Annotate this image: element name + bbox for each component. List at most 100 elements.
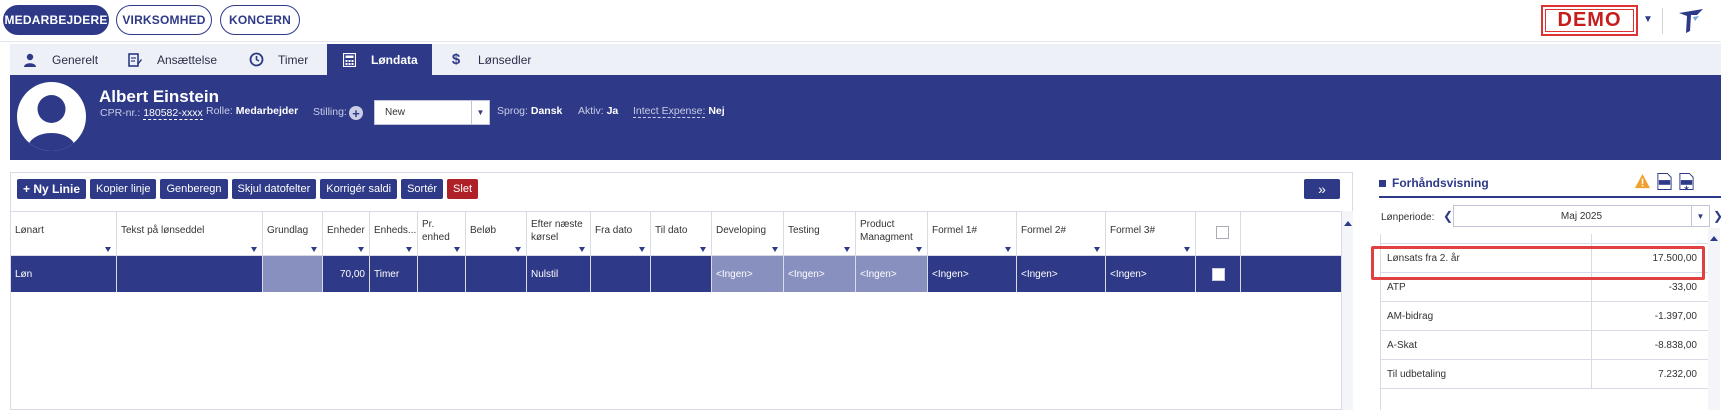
column-header[interactable]: Fra dato (591, 212, 651, 256)
chevron-down-icon[interactable]: ▼ (1691, 206, 1709, 226)
new-line-button[interactable]: + Ny Linie (17, 179, 87, 199)
filter-icon[interactable] (772, 247, 778, 252)
column-header[interactable]: Formel 2# (1017, 212, 1106, 256)
period-select[interactable]: Maj 2025 ▼ (1453, 205, 1710, 227)
filter-icon[interactable] (454, 247, 460, 252)
filter-icon[interactable] (105, 247, 111, 252)
scroll-up-icon[interactable] (1710, 236, 1718, 241)
tab-label: Lønsedler (478, 52, 532, 67)
cell-developing[interactable]: <Ingen> (712, 256, 784, 292)
list-item[interactable]: A-Skat -8.838,00 (1381, 331, 1711, 360)
column-header[interactable]: Formel 3# (1106, 212, 1196, 256)
cell-til-dato[interactable] (651, 256, 712, 292)
recalculate-button[interactable]: Genberegn (160, 179, 228, 199)
add-stilling-icon[interactable]: + (349, 106, 363, 120)
nav-koncern-button[interactable]: KONCERN (220, 5, 300, 35)
column-header[interactable]: Efter næste kørsel (527, 212, 591, 256)
filter-icon[interactable] (1005, 247, 1011, 252)
filter-icon[interactable] (515, 247, 521, 252)
cell-lonart[interactable]: Løn (11, 256, 117, 292)
list-item[interactable]: Til udbetaling 7.232,00 (1381, 360, 1711, 389)
cell-formel-1[interactable]: <Ingen> (928, 256, 1017, 292)
cell-pr-enhed[interactable] (418, 256, 466, 292)
hide-date-fields-button[interactable]: Skjul datofelter (231, 179, 317, 199)
cell-enheder[interactable]: 70,00 (323, 256, 370, 292)
nav-virksomhed-button[interactable]: VIRKSOMHED (116, 5, 212, 35)
column-header[interactable]: Product Managment (856, 212, 928, 256)
chevron-down-icon[interactable]: ▼ (1643, 14, 1653, 25)
column-header[interactable]: Til dato (651, 212, 712, 256)
preview-row-value: -8.838,00 (1654, 340, 1697, 351)
filter-icon[interactable] (844, 247, 850, 252)
cell-efter-naeste-korsel[interactable]: Nulstil (527, 256, 591, 292)
cpr-value[interactable]: 180582-xxxx (143, 107, 203, 120)
filter-icon[interactable] (1184, 247, 1190, 252)
correct-balances-button[interactable]: Korrigér saldi (320, 179, 398, 199)
filter-icon[interactable] (639, 247, 645, 252)
select-all-checkbox[interactable] (1216, 226, 1229, 239)
stilling-select[interactable]: New ▼ (374, 100, 490, 125)
tab-timer[interactable]: Timer (248, 44, 328, 75)
column-header-label: Developing (716, 225, 767, 236)
sort-button[interactable]: Sortér (401, 179, 444, 199)
filter-icon[interactable] (916, 247, 922, 252)
chevron-down-icon[interactable]: ▼ (471, 101, 489, 124)
cell-fra-dato[interactable] (591, 256, 651, 292)
column-header[interactable]: Grundlag (263, 212, 323, 256)
tab-lonsedler[interactable]: $ Lønsedler (448, 44, 548, 75)
intect-expense-label[interactable]: Intect Expense: (633, 105, 706, 118)
column-header[interactable]: Formel 1# (928, 212, 1017, 256)
filter-icon[interactable] (251, 247, 257, 252)
avatar[interactable] (17, 82, 86, 151)
html-export-icon[interactable] (1656, 172, 1673, 191)
expand-panel-button[interactable]: » (1304, 179, 1340, 199)
column-header[interactable]: Lønart (11, 212, 117, 256)
scroll-up-icon[interactable] (1344, 221, 1352, 226)
cpr-field: CPR-nr.: 180582-xxxx (100, 107, 203, 120)
cell-grundlag[interactable] (263, 256, 323, 292)
filter-icon[interactable] (579, 247, 585, 252)
column-header[interactable]: Enheds... (370, 212, 418, 256)
preview-title-label: Forhåndsvisning (1392, 176, 1489, 190)
column-header[interactable]: Developing (712, 212, 784, 256)
tab-generelt[interactable]: Generelt (22, 44, 122, 75)
tab-londata[interactable]: Løndata (327, 44, 432, 75)
column-header[interactable]: Testing (784, 212, 856, 256)
intect-logo-icon[interactable] (1675, 5, 1707, 37)
table-row[interactable]: Løn 70,00 Timer Nulstil <Ingen> <Ingen> … (11, 256, 1341, 292)
column-header[interactable]: Enheder (323, 212, 370, 256)
grid-scrollbar[interactable] (1341, 211, 1353, 410)
intect-expense-field: Intect Expense: Nej (633, 105, 725, 118)
html-download-icon[interactable] (1678, 172, 1695, 191)
delete-button[interactable]: Slet (447, 179, 479, 199)
filter-icon[interactable] (358, 247, 364, 252)
cell-testing[interactable]: <Ingen> (784, 256, 856, 292)
cell-product-managment[interactable]: <Ingen> (856, 256, 928, 292)
row-checkbox[interactable] (1212, 267, 1225, 281)
nav-medarbejdere-button[interactable]: MEDARBEJDERE (3, 5, 109, 35)
previous-period-icon[interactable]: ❮ (1443, 209, 1453, 223)
cell-belob[interactable] (466, 256, 527, 292)
tab-ansaettelse[interactable]: Ansættelse (127, 44, 237, 75)
stilling-value: New (385, 107, 406, 118)
filter-icon[interactable] (311, 247, 317, 252)
column-header[interactable]: Pr. enhed (418, 212, 466, 256)
next-period-icon[interactable]: ❯ (1713, 209, 1721, 223)
cell-tekst[interactable] (117, 256, 263, 292)
column-header[interactable]: Beløb (466, 212, 527, 256)
list-item[interactable]: AM-bidrag -1.397,00 (1381, 302, 1711, 331)
warning-icon[interactable] (1634, 172, 1651, 191)
copy-line-button[interactable]: Kopier linje (90, 179, 157, 199)
column-header[interactable]: Tekst på lønseddel (117, 212, 263, 256)
demo-badge[interactable]: DEMO (1541, 5, 1638, 36)
filter-icon[interactable] (700, 247, 706, 252)
filter-icon[interactable] (406, 247, 412, 252)
filter-icon[interactable] (1094, 247, 1100, 252)
cell-formel-3[interactable]: <Ingen> (1106, 256, 1196, 292)
tab-label: Ansættelse (157, 52, 218, 67)
cell-formel-2[interactable]: <Ingen> (1017, 256, 1106, 292)
cell-enhedstype[interactable]: Timer (370, 256, 418, 292)
preview-scrollbar[interactable] (1708, 228, 1720, 410)
square-bullet-icon (1379, 179, 1386, 187)
sprog-label: Sprog: (497, 105, 528, 117)
